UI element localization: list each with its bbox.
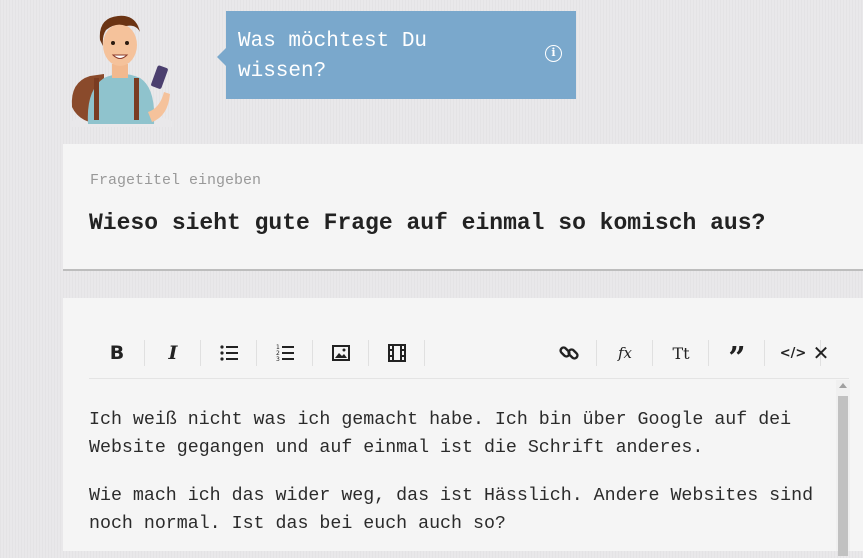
bold-icon: B [109,342,125,364]
quote-icon: ” [728,341,746,376]
info-circle-icon[interactable]: i [545,45,562,62]
italic-button[interactable]: I [145,338,201,368]
editor-paragraph[interactable]: Wie mach ich das wider weg, das ist Häss… [89,482,829,538]
close-editor-button[interactable]: ✕ [793,338,849,368]
svg-text:3: 3 [276,356,280,362]
question-prompt-bubble: Was möchtest Du wissen? i [217,11,576,99]
editor-scrollbar[interactable] [836,380,850,556]
scroll-thumb[interactable] [838,396,848,556]
editor-content[interactable]: Ich weiß nicht was ich gemacht habe. Ich… [89,406,829,558]
text-size-button[interactable]: Tt [653,338,709,368]
question-body-editor: B I 1 2 3 fx Tt ” </> ✕ Ich weiß nicht w… [63,298,863,556]
bullet-list-button[interactable] [201,338,257,368]
close-icon: ✕ [812,341,830,365]
question-title-card: Fragetitel eingeben [63,144,863,271]
title-field-label: Fragetitel eingeben [90,172,262,189]
numbered-list-button[interactable]: 1 2 3 [257,338,313,368]
video-icon [388,344,406,362]
scroll-up-arrow-icon[interactable] [839,383,847,388]
question-title-input[interactable] [89,210,849,236]
editor-toolbar: B I 1 2 3 fx Tt ” </> ✕ [89,328,849,379]
formula-button[interactable]: fx [597,338,653,368]
editor-paragraph[interactable]: Ich weiß nicht was ich gemacht habe. Ich… [89,406,829,462]
image-button[interactable] [313,338,369,368]
image-icon [332,345,350,361]
bold-button[interactable]: B [89,338,145,368]
quote-button[interactable]: ” [709,338,765,376]
text-size-icon: Tt [672,343,690,363]
prompt-text: Was möchtest Du wissen? [238,30,428,83]
link-button[interactable] [541,338,597,368]
italic-icon: I [168,342,178,364]
numbered-list-icon: 1 2 3 [276,344,294,362]
link-icon [559,346,579,360]
user-avatar-illustration [70,12,180,134]
bullet-list-icon [220,345,238,361]
formula-icon: fx [617,344,632,362]
video-button[interactable] [369,338,425,368]
